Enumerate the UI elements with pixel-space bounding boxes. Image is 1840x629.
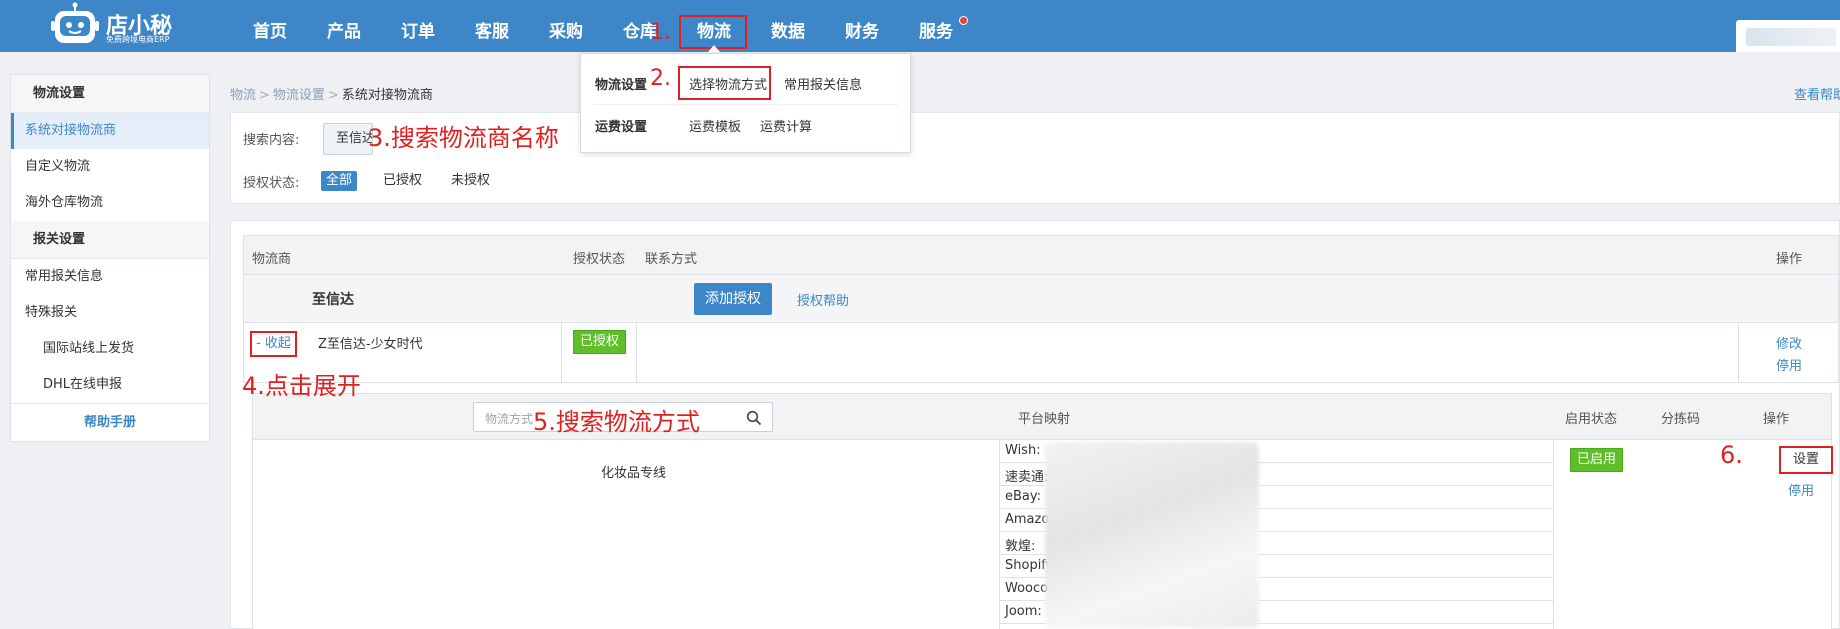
add-authorization-button[interactable]: 添加授权: [694, 283, 772, 315]
sidebar-group-logistics-settings: 物流设置: [11, 75, 209, 113]
platform-label: eBay:: [1005, 489, 1042, 504]
search-icon[interactable]: [746, 410, 762, 426]
nav-finance[interactable]: 财务: [845, 0, 879, 52]
breadcrumb-sep: >: [327, 88, 339, 103]
sidebar-item-dhl-declaration[interactable]: DHL在线申报: [11, 367, 209, 403]
nav-home[interactable]: 首页: [253, 0, 287, 52]
annotation-step-2: 2.: [650, 66, 671, 91]
dropdown-group-shipping-fee: 运费设置: [595, 120, 648, 135]
filter-all[interactable]: 全部: [321, 171, 358, 191]
user-info-redacted: [1746, 28, 1836, 46]
header-platform-mapping: 平台映射: [1018, 412, 1071, 427]
carrier-name: 至信达: [312, 292, 354, 308]
sidebar-item-overseas-warehouse[interactable]: 海外仓库物流: [11, 185, 209, 221]
column-divider: [1738, 323, 1739, 383]
account-row: - 收起 Z至信达-少女时代 已授权 修改 停用: [243, 323, 1839, 383]
robot-logo-icon: [51, 2, 99, 43]
header-auth-status: 授权状态: [573, 252, 626, 267]
account-name: Z至信达-少女时代: [318, 337, 423, 352]
app-logo[interactable]: 店小秘 免费跨境电商ERP: [50, 2, 182, 48]
column-divider: [636, 323, 637, 383]
shipping-methods-header: 物流方式 平台映射 启用状态 分拣码 操作: [253, 394, 1831, 440]
header-ops: 操作: [1776, 252, 1803, 267]
breadcrumb: 物流 > 物流设置 > 系统对接物流商: [230, 84, 433, 103]
collapse-toggle-button[interactable]: - 收起: [250, 331, 297, 357]
header-contact: 联系方式: [645, 252, 698, 267]
top-nav-bar: 店小秘 免费跨境电商ERP 首页 产品 订单 客服 采购 仓库 物流 数据 财务…: [0, 0, 1840, 52]
annotation-step-3: 3.搜索物流商名称: [368, 124, 559, 152]
sidebar: 物流设置 系统对接物流商 自定义物流 海外仓库物流 报关设置 常用报关信息 特殊…: [10, 74, 210, 442]
annotation-step-5: 5.搜索物流方式: [533, 408, 700, 436]
disable-account-link[interactable]: 停用: [1776, 355, 1802, 374]
carrier-group-row: 至信达 添加授权 授权帮助: [243, 275, 1839, 323]
platform-label: Joom:: [1005, 604, 1042, 619]
breadcrumb-logistics-settings[interactable]: 物流设置: [273, 88, 325, 103]
carrier-results-panel: 物流商 授权状态 联系方式 操作 至信达 添加授权 授权帮助 - 收起 Z至信达…: [230, 220, 1840, 629]
breadcrumb-sep: >: [259, 88, 270, 103]
settings-button[interactable]: 设置: [1779, 446, 1833, 474]
annotation-step-6: 6.: [1720, 441, 1743, 469]
annotation-step-4: 4.点击展开: [242, 372, 361, 400]
notification-dot: [959, 16, 968, 25]
filter-unauthorized[interactable]: 未授权: [446, 171, 495, 191]
breadcrumb-current: 系统对接物流商: [341, 88, 433, 103]
sidebar-help-manual[interactable]: 帮助手册: [11, 403, 209, 441]
dropdown-item-select-method[interactable]: 选择物流方式: [689, 74, 767, 93]
sidebar-item-special-customs[interactable]: 特殊报关: [11, 295, 209, 331]
platform-label: 敦煌:: [1005, 539, 1036, 554]
platform-label: Wish:: [1005, 443, 1041, 458]
auth-status-label: 授权状态:: [243, 176, 300, 191]
sidebar-group-customs-settings: 报关设置: [11, 221, 209, 259]
dropdown-item-fee-template[interactable]: 运费模板: [689, 116, 741, 135]
nav-orders[interactable]: 订单: [401, 0, 435, 52]
platform-mapping-redacted: [1045, 442, 1259, 628]
column-divider: [1553, 440, 1554, 629]
nav-purchasing[interactable]: 采购: [549, 0, 583, 52]
column-divider: [561, 323, 562, 383]
carrier-table-header: 物流商 授权状态 联系方式 操作: [243, 235, 1839, 275]
annotation-step-1: 1.: [650, 20, 671, 45]
logo-tagline: 免费跨境电商ERP: [106, 35, 170, 44]
sidebar-item-common-customs[interactable]: 常用报关信息: [11, 259, 209, 295]
authorization-help-link[interactable]: 授权帮助: [797, 290, 849, 309]
enabled-status-badge: 已启用: [1570, 448, 1624, 472]
nav-customer-service[interactable]: 客服: [475, 0, 509, 52]
nav-products[interactable]: 产品: [327, 0, 361, 52]
user-account-box[interactable]: [1736, 20, 1840, 52]
search-placeholder: 物流方式: [485, 412, 534, 426]
header-sort-code: 分拣码: [1661, 412, 1701, 427]
dropdown-caret-icon: [708, 45, 720, 52]
view-help-link[interactable]: 查看帮助: [1794, 84, 1840, 103]
header-enabled-status: 启用状态: [1565, 412, 1618, 427]
nav-data[interactable]: 数据: [771, 0, 805, 52]
dropdown-group-logistics-settings: 物流设置: [595, 78, 648, 93]
carrier-search-input[interactable]: 至信达: [323, 123, 373, 155]
header-sub-ops: 操作: [1763, 412, 1790, 427]
breadcrumb-logistics[interactable]: 物流: [230, 88, 256, 103]
nav-services[interactable]: 服务: [919, 0, 953, 52]
dropdown-item-fee-calculator[interactable]: 运费计算: [760, 116, 812, 135]
nav-logistics-highlight: [679, 15, 747, 49]
platform-label: 速卖通:: [1005, 470, 1049, 485]
authorized-status-badge: 已授权: [573, 330, 627, 354]
sidebar-item-custom-logistics[interactable]: 自定义物流: [11, 149, 209, 185]
shipping-methods-table: 物流方式 平台映射 启用状态 分拣码 操作 化妆品专线 Wish: 速卖通: e…: [252, 393, 1833, 629]
dropdown-divider: [593, 104, 898, 105]
filter-authorized[interactable]: 已授权: [378, 171, 427, 191]
shipping-method-name: 化妆品专线: [601, 466, 667, 481]
dropdown-item-common-customs[interactable]: 常用报关信息: [784, 74, 862, 93]
sidebar-item-system-carriers[interactable]: 系统对接物流商: [11, 113, 209, 149]
logistics-dropdown-menu: 物流设置 选择物流方式 常用报关信息 运费设置 运费模板 运费计算: [580, 53, 911, 153]
edit-account-link[interactable]: 修改: [1776, 333, 1802, 352]
header-carrier: 物流商: [252, 252, 292, 267]
sidebar-item-intl-online-shipping[interactable]: 国际站线上发货: [11, 331, 209, 367]
search-content-label: 搜索内容:: [243, 133, 300, 148]
disable-method-link[interactable]: 停用: [1788, 480, 1814, 499]
